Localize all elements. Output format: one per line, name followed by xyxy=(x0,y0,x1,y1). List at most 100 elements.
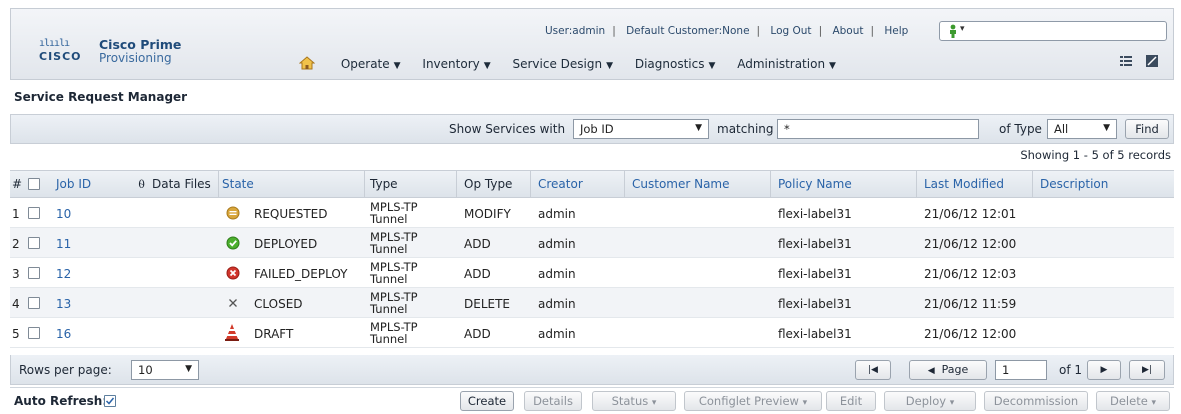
deploy-label: Deploy xyxy=(905,394,947,408)
prev-page-button[interactable]: ◀ Page xyxy=(909,360,987,380)
col-num: # xyxy=(12,177,23,191)
chevron-down-icon: ▼ xyxy=(708,61,716,71)
configlet-preview-button[interactable]: Configlet Preview ▾ xyxy=(684,391,822,411)
state-text: FAILED_DEPLOY xyxy=(254,267,348,281)
about-link[interactable]: About xyxy=(832,25,863,37)
job-id-link[interactable]: 10 xyxy=(56,207,71,221)
type-label: of Type xyxy=(999,122,1042,136)
type-line2: Tunnel xyxy=(370,302,408,316)
table-row[interactable]: 1 10 REQUESTED MPLS-TP Tunnel MODIFY admi… xyxy=(10,198,1174,228)
col-customer-name[interactable]: Customer Name xyxy=(632,177,730,191)
modified-cell: 21/06/12 12:00 xyxy=(924,237,1017,251)
page-label: Page xyxy=(941,363,969,376)
job-id-link[interactable]: 13 xyxy=(56,297,71,311)
filter-field-select[interactable]: Job ID ▼ xyxy=(573,119,709,139)
row-checkbox[interactable] xyxy=(28,327,40,339)
list-view-icon[interactable] xyxy=(1119,54,1133,68)
prev-page-icon: ◀ xyxy=(927,366,935,376)
column-divider xyxy=(530,171,531,198)
type-line2: Tunnel xyxy=(370,332,408,346)
menu-operate[interactable]: Operate ▼ xyxy=(341,57,401,71)
decommission-button[interactable]: Decommission xyxy=(984,391,1088,411)
page-of-label: of 1 xyxy=(1059,363,1083,377)
row-checkbox[interactable] xyxy=(28,297,40,309)
menu-diagnostics[interactable]: Diagnostics ▼ xyxy=(635,57,716,71)
matching-input[interactable]: * xyxy=(777,119,979,139)
col-description[interactable]: Description xyxy=(1040,177,1108,191)
table-row[interactable]: 4 13 CLOSED MPLS-TP Tunnel DELETE admin f… xyxy=(10,288,1174,318)
op-type-cell: ADD xyxy=(464,237,491,251)
table-row[interactable]: 3 12 FAILED_DEPLOY MPLS-TP Tunnel ADD adm… xyxy=(10,258,1174,288)
logout-link[interactable]: Log Out xyxy=(770,25,811,37)
job-id-link[interactable]: 12 xyxy=(56,267,71,281)
creator-cell: admin xyxy=(538,237,576,251)
row-checkbox[interactable] xyxy=(28,267,40,279)
row-checkbox[interactable] xyxy=(28,237,40,249)
job-id-link[interactable]: 16 xyxy=(56,327,71,341)
menu-service-design[interactable]: Service Design ▼ xyxy=(512,57,613,71)
find-button[interactable]: Find xyxy=(1125,119,1169,139)
modified-cell: 21/06/12 11:59 xyxy=(924,297,1017,311)
row-checkbox[interactable] xyxy=(28,207,40,219)
type-select[interactable]: All ▼ xyxy=(1047,119,1117,139)
fullscreen-icon[interactable] xyxy=(1145,54,1159,68)
global-search-input[interactable]: ▾ xyxy=(939,21,1167,41)
first-page-button[interactable]: |◀ xyxy=(855,360,891,380)
checkmark-icon xyxy=(105,397,115,405)
menu-administration[interactable]: Administration ▼ xyxy=(737,57,836,71)
menu-diagnostics-label: Diagnostics xyxy=(634,57,705,71)
modified-cell: 21/06/12 12:03 xyxy=(924,267,1017,281)
row-number: 4 xyxy=(12,297,20,311)
logo-cisco-text: CISCO xyxy=(39,50,82,63)
logo-bars: ılıılı xyxy=(39,38,70,49)
action-bar: Auto Refresh: Create Details Status ▾ Co… xyxy=(10,387,1174,413)
page-number-input[interactable]: 1 xyxy=(995,360,1047,380)
type-value: All xyxy=(1054,122,1069,136)
deployed-icon xyxy=(226,236,240,250)
deploy-button[interactable]: Deploy ▾ xyxy=(884,391,976,411)
requested-icon xyxy=(226,206,240,220)
modified-cell: 21/06/12 12:01 xyxy=(924,207,1017,221)
col-op-type[interactable]: Op Type xyxy=(464,177,512,191)
home-icon[interactable] xyxy=(299,56,315,70)
create-button[interactable]: Create xyxy=(460,391,514,411)
select-all-checkbox[interactable] xyxy=(28,178,40,190)
last-page-button[interactable]: ▶| xyxy=(1129,360,1165,380)
status-button[interactable]: Status ▾ xyxy=(592,391,676,411)
table-row[interactable]: 5 16 DRAFT MPLS-TP Tunnel ADD admin flexi… xyxy=(10,318,1174,348)
state-text: REQUESTED xyxy=(254,207,328,221)
creator-cell: admin xyxy=(538,327,576,341)
col-data-files[interactable]: Data Files xyxy=(152,177,211,191)
job-id-link[interactable]: 11 xyxy=(56,237,71,251)
menu-inventory-label: Inventory xyxy=(422,57,480,71)
edit-button[interactable]: Edit xyxy=(826,391,876,411)
details-button[interactable]: Details xyxy=(524,391,582,411)
state-text: DEPLOYED xyxy=(254,237,318,251)
column-divider xyxy=(916,171,917,198)
col-last-modified[interactable]: Last Modified xyxy=(924,177,1004,191)
col-policy-name[interactable]: Policy Name xyxy=(778,177,852,191)
last-page-icon: ▶| xyxy=(1142,365,1152,375)
col-type[interactable]: Type xyxy=(370,177,398,191)
col-job-id[interactable]: Job ID xyxy=(56,177,91,191)
col-state[interactable]: State xyxy=(222,177,254,191)
row-number: 3 xyxy=(12,267,20,281)
menu-inventory[interactable]: Inventory ▼ xyxy=(422,57,490,71)
help-link[interactable]: Help xyxy=(884,25,908,37)
show-services-label: Show Services with xyxy=(449,122,566,136)
table-header: # Job ID ⍬ Data Files State Type Op Type… xyxy=(10,171,1174,198)
op-type-cell: DELETE xyxy=(464,297,511,311)
chevron-down-icon[interactable]: ▾ xyxy=(960,24,965,34)
creator-cell: admin xyxy=(538,297,576,311)
row-number: 1 xyxy=(12,207,20,221)
table-row[interactable]: 2 11 DEPLOYED MPLS-TP Tunnel ADD admin fl… xyxy=(10,228,1174,258)
next-page-button[interactable]: ▶ xyxy=(1087,360,1121,380)
delete-button[interactable]: Delete ▾ xyxy=(1096,391,1170,411)
person-search-icon[interactable] xyxy=(948,24,958,38)
rows-per-page-select[interactable]: 10 ▼ xyxy=(131,360,199,380)
col-creator[interactable]: Creator xyxy=(538,177,583,191)
row-number: 5 xyxy=(12,327,20,341)
chevron-down-icon: ▼ xyxy=(185,364,192,374)
state-text: CLOSED xyxy=(254,297,303,311)
auto-refresh-checkbox[interactable] xyxy=(104,395,116,407)
